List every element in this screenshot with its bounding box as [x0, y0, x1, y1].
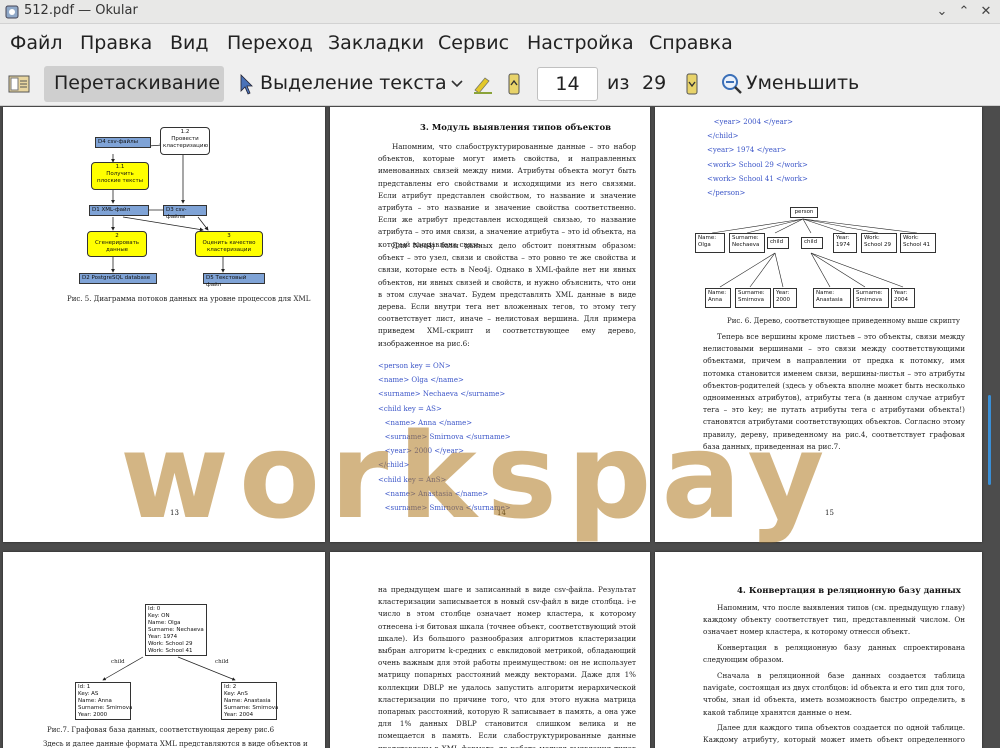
- edge-label: child: [111, 659, 125, 665]
- paragraph: Теперь все вершины кроме листьев – это о…: [703, 332, 965, 451]
- dfd-process-3: 3 Оценить качество кластеризации: [195, 231, 263, 257]
- window-title: 512.pdf — Okular: [24, 3, 138, 18]
- page-number-13: 13: [170, 509, 179, 517]
- page-17: на предыдущем шаге и записанный в виде c…: [330, 552, 650, 748]
- graph-node-2: Id: 2 Key: AnS Name: Anastasia Surname: …: [221, 682, 278, 720]
- dfd-store-d3: D3 csv-файлы: [163, 205, 207, 220]
- page-14: 3. Модуль выявления типов объектов Напом…: [330, 107, 650, 542]
- next-page-icon[interactable]: [684, 71, 700, 97]
- menu-tools[interactable]: Сервис: [438, 32, 509, 54]
- drag-mode-label: Перетаскивание: [54, 72, 221, 94]
- page-16: Id: 0 Key: ON Name: Olga Surname: Nechae…: [3, 552, 325, 748]
- scrollbar-thumb[interactable]: [988, 395, 991, 485]
- code-line: </child>: [378, 461, 410, 470]
- dfd-store-d5: D5 Текстовый файл: [203, 273, 265, 288]
- page-number-14: 14: [497, 509, 506, 517]
- figure-5-caption: Рис. 5. Диаграмма потоков данных на уров…: [67, 295, 311, 303]
- dfd-store-d1: D1 XML-файл: [89, 205, 149, 216]
- graph-node-1: Id: 1 Key: AS Name: Anna Surname: Smirno…: [75, 682, 132, 720]
- menu-file[interactable]: Файл: [10, 32, 63, 54]
- dfd-store-d2: D2 PostgreSQL database: [79, 273, 157, 284]
- code-line: <child key = AS>: [378, 404, 442, 413]
- drag-mode-button[interactable]: Перетаскивание: [44, 66, 224, 102]
- dfd-process-2: 2 Сгенерировать данные: [87, 231, 147, 257]
- paragraph: Напомним, что после выявления типов (см.…: [703, 603, 965, 637]
- menu-view[interactable]: Вид: [170, 32, 209, 54]
- code-line: <person key = ON>: [378, 362, 451, 370]
- page-13: D4 csv-файлы 1.2 Провести кластеризацию …: [3, 107, 325, 542]
- paragraph: Далее для каждого типа объектов создаетс…: [703, 723, 965, 748]
- tree-root-node: person: [790, 207, 818, 218]
- xml-code-block: <person key = ON> <name> Olga </name> <s…: [378, 359, 638, 515]
- page-15: <year> 2004 </year> </child> <year> 1974…: [655, 107, 982, 542]
- tree-node: Work: School 41: [900, 233, 936, 253]
- maximize-button[interactable]: ⌃: [954, 2, 974, 22]
- text-select-cursor-icon: [240, 74, 253, 95]
- paragraph-start: Здесь и далее данные формата XML предста…: [43, 740, 308, 748]
- paragraph: Конвертация в реляционную базу данных сп…: [703, 643, 965, 665]
- main-toolbar: Перетаскивание Выделение текста 14 из 29…: [0, 62, 1000, 106]
- menu-bookmarks[interactable]: Закладки: [328, 32, 424, 54]
- tree-node: child: [767, 237, 789, 249]
- edge-label: child: [215, 659, 229, 665]
- figure-6-caption: Рис. 6. Дерево, соответствующее приведен…: [727, 317, 961, 325]
- graph-node-0: Id: 0 Key: ON Name: Olga Surname: Nechae…: [145, 604, 207, 656]
- page-number-15: 15: [825, 509, 834, 517]
- code-line: <surname> Smirnova </surname>: [378, 433, 511, 442]
- zoom-out-button[interactable]: Уменьшить: [746, 72, 859, 94]
- total-pages: 29: [642, 72, 667, 94]
- previous-page-icon[interactable]: [506, 71, 522, 97]
- menu-help[interactable]: Справка: [649, 32, 733, 54]
- tree-node: Name: Olga: [695, 233, 725, 253]
- section-4-heading: 4. Конвертация в реляционную базу данных: [737, 586, 961, 596]
- text-select-button[interactable]: Выделение текста: [260, 72, 447, 94]
- paragraph: Для Neo4j базы данных дело обстоит понят…: [378, 241, 636, 348]
- code-line: <name> Anna </name>: [378, 418, 473, 427]
- tree-node: child: [801, 237, 823, 249]
- minimize-button[interactable]: ⌄: [932, 2, 952, 22]
- tree-node: Work: School 29: [861, 233, 897, 253]
- menu-edit[interactable]: Правка: [80, 32, 152, 54]
- tree-node: Year: 1974: [833, 233, 857, 253]
- tree-node: Year: 2000: [773, 288, 797, 308]
- figure-7-caption: Рис.7. Графовая база данных, соответству…: [47, 726, 275, 734]
- paragraph: на предыдущем шаге и записанный в виде c…: [378, 585, 636, 748]
- code-line: <name> Anastasia </name>: [378, 489, 489, 498]
- tree-node: Year: 2004: [891, 288, 915, 308]
- dfd-process-1-2: 1.2 Провести кластеризацию: [160, 127, 210, 155]
- menu-bar: Файл Правка Вид Переход Закладки Сервис …: [0, 24, 1000, 62]
- code-line: <child key = AnS>: [378, 475, 447, 484]
- dfd-store-d4: D4 csv-файлы: [95, 137, 151, 148]
- menu-settings[interactable]: Настройка: [527, 32, 634, 54]
- sidebar-toggle-icon[interactable]: [8, 71, 30, 97]
- page-number-input[interactable]: 14: [537, 67, 598, 101]
- tree-node: Name: Anastasia: [813, 288, 851, 308]
- of-label: из: [607, 72, 630, 94]
- tree-connectors: [711, 218, 918, 288]
- document-viewport[interactable]: D4 csv-файлы 1.2 Провести кластеризацию …: [0, 107, 1000, 748]
- code-line: <year> 2000 </year>: [378, 447, 464, 456]
- tree-node: Surname: Smirnova: [735, 288, 771, 308]
- okular-app-icon: [5, 5, 19, 19]
- menu-go[interactable]: Переход: [227, 32, 313, 54]
- tree-node: Name: Anna: [705, 288, 731, 308]
- paragraph: Напомним, что слабоструктурированные дан…: [378, 142, 636, 249]
- code-line: <surname> Smirnova </surname>: [378, 504, 511, 513]
- code-line: <name> Olga </name>: [378, 376, 464, 385]
- highlighter-icon[interactable]: [470, 71, 496, 97]
- section-3-heading: 3. Модуль выявления типов объектов: [420, 123, 612, 133]
- code-line: <surname> Nechaeva </surname>: [378, 390, 506, 399]
- title-bar: 512.pdf — Okular ⌄ ⌃ ✕: [0, 0, 1000, 24]
- paragraph: Сначала в реляционной базе данных создае…: [703, 671, 965, 717]
- close-button[interactable]: ✕: [976, 2, 996, 22]
- tree-node: Surname: Smirnova: [853, 288, 889, 308]
- page-18: 4. Конвертация в реляционную базу данных…: [655, 552, 982, 748]
- chevron-down-icon[interactable]: [450, 71, 464, 97]
- dfd-process-1-1: 1.1 Получить плоские тексты: [91, 162, 149, 190]
- tree-node: Surname: Nechaeva: [729, 233, 765, 253]
- zoom-out-icon[interactable]: [720, 71, 744, 97]
